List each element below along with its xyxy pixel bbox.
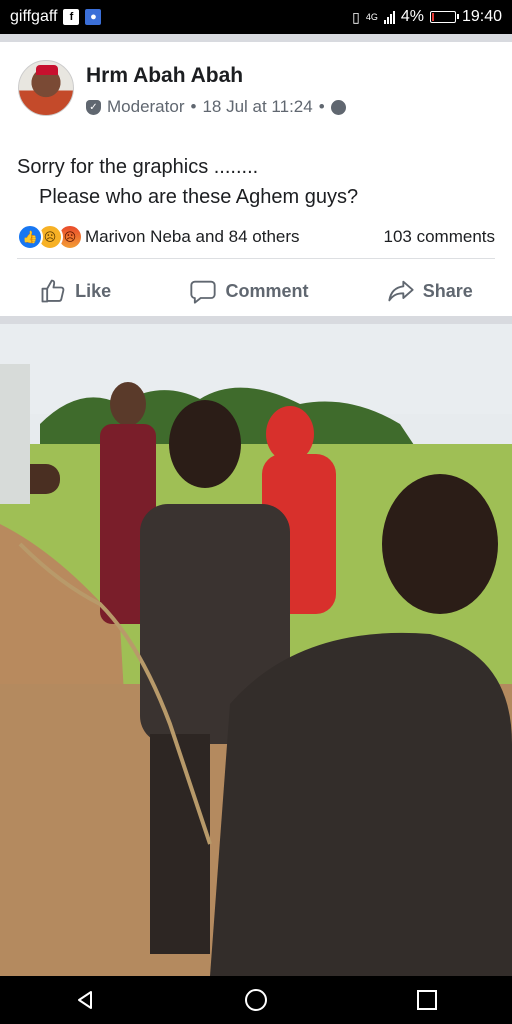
like-icon: 👍 xyxy=(17,224,43,250)
thumbs-up-icon xyxy=(41,279,65,303)
home-circle-icon xyxy=(244,989,267,1011)
like-label: Like xyxy=(75,280,112,301)
author-avatar[interactable] xyxy=(18,60,74,116)
divider xyxy=(17,258,495,259)
meta-separator: • xyxy=(190,97,197,116)
author-role: Moderator xyxy=(107,97,185,116)
post-text-line-1: Sorry for the graphics ........ xyxy=(17,156,259,178)
post-text-line-2: Please who are these Aghem guys? xyxy=(39,186,359,208)
recents-button[interactable] xyxy=(397,980,457,1020)
battery-icon xyxy=(429,11,459,23)
post-photo[interactable] xyxy=(0,324,512,976)
section-separator xyxy=(0,316,512,324)
share-label: Share xyxy=(422,280,473,301)
comment-button[interactable]: Comment xyxy=(189,277,308,305)
home-button[interactable] xyxy=(226,980,286,1020)
carrier-name: giffgaff xyxy=(10,8,58,25)
shield-notification-icon: ● xyxy=(85,9,102,25)
avatar-hat xyxy=(36,65,58,75)
reactions-bar: 👍 ☹ ☹ Marivon Neba and 84 others 103 com… xyxy=(17,222,495,252)
back-button[interactable] xyxy=(55,980,115,1020)
share-arrow-icon xyxy=(388,280,414,302)
author-name[interactable]: Hrm Abah Abah xyxy=(86,64,243,88)
signal-icon xyxy=(383,10,395,24)
moderator-badge-icon: ✓ xyxy=(86,99,101,115)
network-type: 4G xyxy=(365,12,378,22)
reaction-count: Marivon Neba and 84 others xyxy=(85,227,300,246)
battery-level xyxy=(431,13,434,21)
back-triangle-icon xyxy=(78,991,93,1009)
battery-percent: 4% xyxy=(400,8,424,25)
post-card: Hrm Abah Abah ✓ Moderator • 18 Jul at 11… xyxy=(0,34,512,316)
photo-scene xyxy=(0,324,512,976)
like-button[interactable]: Like xyxy=(39,277,111,305)
comment-label: Comment xyxy=(225,280,309,301)
meta-separator: • xyxy=(318,97,325,116)
globe-icon xyxy=(330,99,346,115)
clock: 19:40 xyxy=(461,8,502,25)
reaction-summary[interactable]: 👍 ☹ ☹ Marivon Neba and 84 others xyxy=(17,224,300,250)
status-bar: giffgaff f ● ▯ 4G 4% 19:40 xyxy=(0,0,512,34)
post-timestamp[interactable]: 18 Jul at 11:24 xyxy=(202,97,312,117)
vibrate-icon: ▯ xyxy=(352,8,360,25)
post-text: Sorry for the graphics ........ Please w… xyxy=(17,152,358,212)
post-meta: ✓ Moderator • 18 Jul at 11:24 • xyxy=(86,97,346,117)
recents-square-icon xyxy=(416,990,437,1010)
navigation-bar xyxy=(0,976,512,1024)
share-button[interactable]: Share xyxy=(387,277,473,305)
facebook-notification-icon: f xyxy=(63,9,80,25)
comment-count[interactable]: 103 comments xyxy=(384,227,496,247)
comment-bubble-icon xyxy=(190,280,217,304)
post-actions: Like Comment Share xyxy=(0,266,512,316)
